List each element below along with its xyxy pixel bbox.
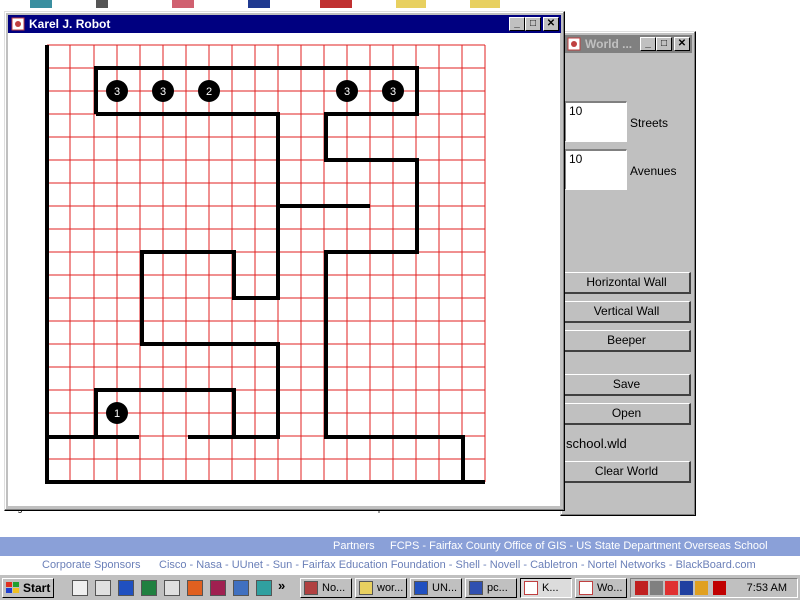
horizontal-wall-button[interactable]: Horizontal Wall	[563, 272, 691, 294]
java-cup-icon	[579, 581, 593, 595]
start-button[interactable]: Start	[2, 578, 54, 598]
quicklaunch-icon[interactable]	[95, 580, 111, 596]
clear-world-button[interactable]: Clear World	[563, 461, 691, 483]
taskbar-button[interactable]: wor...	[355, 578, 407, 598]
avenues-label: Avenues	[630, 164, 677, 178]
windows-logo-icon	[6, 582, 19, 593]
beeper-count: 3	[344, 86, 350, 98]
taskbar-button-label: wor...	[377, 582, 404, 594]
quicklaunch-icon[interactable]	[256, 580, 272, 596]
taskbar-button[interactable]: No...	[300, 578, 352, 598]
beeper-count: 3	[390, 86, 396, 98]
world-canvas-area: 3 3 2 3 3 1	[8, 33, 560, 506]
speaker-icon[interactable]	[695, 581, 708, 595]
close-button[interactable]: ✕	[543, 17, 559, 31]
open-button[interactable]: Open	[563, 403, 691, 425]
page-icon	[172, 0, 194, 8]
word-icon[interactable]	[118, 580, 134, 596]
vertical-wall-button[interactable]: Vertical Wall	[563, 301, 691, 323]
taskbar-button-active[interactable]: K...	[520, 578, 572, 598]
powerpoint-icon[interactable]	[187, 580, 203, 596]
outlook-icon[interactable]	[233, 580, 249, 596]
minimize-button[interactable]: _	[640, 37, 656, 51]
taskbar-button-label: No...	[322, 582, 346, 594]
minimize-button[interactable]: _	[509, 17, 525, 31]
partners-label: Partners	[333, 540, 375, 552]
taskbar-button[interactable]: pc...	[465, 578, 517, 598]
browser-icon	[469, 581, 483, 595]
page-icon	[248, 0, 270, 8]
java-cup-icon	[11, 17, 25, 31]
page-icon	[396, 0, 426, 8]
save-button[interactable]: Save	[563, 374, 691, 396]
page-icon	[320, 0, 352, 8]
excel-icon[interactable]	[141, 580, 157, 596]
karel-robot-title: Karel J. Robot	[29, 17, 111, 31]
streets-input[interactable]: 10	[564, 101, 627, 142]
world-editor-title: World ...	[585, 37, 633, 51]
taskbar-button-label: UN...	[432, 582, 458, 594]
background-page-icons	[0, 0, 800, 8]
maximize-button[interactable]: □	[656, 37, 672, 51]
karel-world-grid[interactable]: 3 3 2 3 3 1	[8, 33, 560, 506]
filename-label: school.wld	[566, 436, 627, 451]
partners-bar: Partners FCPS - Fairfax County Office of…	[0, 537, 800, 556]
access-icon[interactable]	[210, 580, 226, 596]
taskbar: Start » No... wor... UN... pc... K... Wo…	[0, 574, 800, 600]
tray-icon[interactable]	[650, 581, 663, 595]
beeper-button[interactable]: Beeper	[563, 330, 691, 352]
word-icon	[414, 581, 428, 595]
notepad-icon	[304, 581, 318, 595]
quicklaunch-overflow-icon[interactable]: »	[278, 578, 285, 593]
world-editor-titlebar[interactable]: World ... _ □ ✕	[564, 35, 692, 53]
page-icon	[30, 0, 52, 8]
start-label: Start	[23, 581, 51, 595]
java-cup-icon	[524, 581, 538, 595]
taskbar-button-label: K...	[542, 582, 559, 594]
taskbar-button-label: pc...	[487, 582, 508, 594]
taskbar-button[interactable]: Wo...	[575, 578, 627, 598]
maximize-button[interactable]: □	[525, 17, 541, 31]
norton-icon[interactable]	[635, 581, 648, 595]
java-cup-icon	[567, 37, 581, 51]
close-button[interactable]: ✕	[674, 37, 690, 51]
sponsors-bar: Corporate Sponsors Cisco - Nasa - UUnet …	[0, 556, 800, 574]
sponsors-link[interactable]: Cisco - Nasa - UUnet - Sun - Fairfax Edu…	[159, 556, 756, 574]
page-icon	[96, 0, 108, 8]
page-icon	[470, 0, 500, 8]
show-desktop-icon[interactable]	[72, 580, 88, 596]
ati-icon[interactable]	[713, 581, 726, 595]
system-tray: 7:53 AM	[630, 578, 798, 598]
sponsors-label: Corporate Sponsors	[42, 559, 141, 571]
beeper-count: 3	[160, 86, 166, 98]
folder-icon	[359, 581, 373, 595]
beeper-count: 2	[206, 86, 212, 98]
beeper-count: 1	[114, 408, 120, 420]
clock: 7:53 AM	[746, 582, 787, 594]
karel-robot-window: Karel J. Robot _ □ ✕ 3 3 2 3 3 1	[4, 11, 565, 511]
taskbar-button-label: Wo...	[597, 582, 623, 594]
shield-icon[interactable]	[680, 581, 693, 595]
avenues-input[interactable]: 10	[564, 149, 627, 190]
tray-icon[interactable]	[665, 581, 678, 595]
karel-robot-titlebar[interactable]: Karel J. Robot _ □ ✕	[8, 15, 561, 33]
streets-label: Streets	[630, 116, 669, 130]
quicklaunch-icon[interactable]	[164, 580, 180, 596]
taskbar-button[interactable]: UN...	[410, 578, 462, 598]
beeper-count: 3	[114, 86, 120, 98]
partners-link[interactable]: FCPS - Fairfax County Office of GIS - US…	[390, 537, 768, 556]
